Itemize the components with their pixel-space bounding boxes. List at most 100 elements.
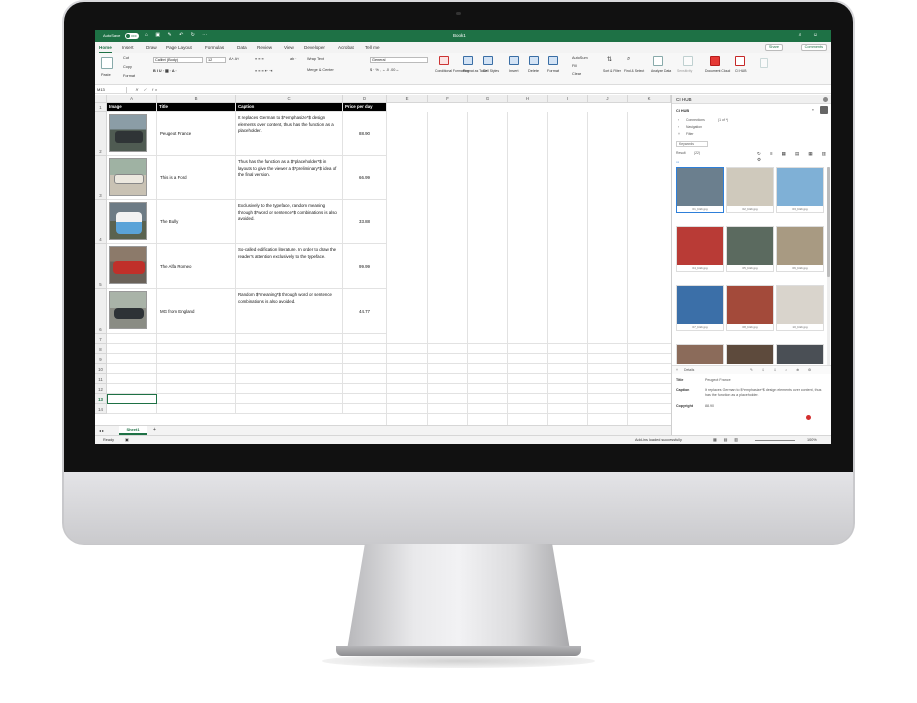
cell-styles-icon[interactable] [483,56,493,65]
image-tile[interactable]: 05_b&b.jpg [726,226,774,272]
image-tile[interactable] [776,344,824,364]
tab-page-layout[interactable]: Page Layout [166,45,192,50]
car-thumbnail[interactable] [109,291,147,329]
autosave-toggle[interactable]: OFF [125,33,139,39]
grow-font-icon[interactable]: A˄ A˅ [229,57,239,61]
row-header[interactable]: 10 [95,364,107,374]
row-header[interactable]: 1 [95,103,107,112]
merge-center-button[interactable]: Merge & Center [307,68,334,72]
navigation-label[interactable]: Navigation [686,125,702,129]
image-cell[interactable] [107,112,157,156]
car-thumbnail[interactable] [109,202,147,240]
sensitivity-icon[interactable] [683,56,693,66]
view-options-icons[interactable]: ↻ ≡ ▦ ▤ ▦ ▥ ⚙ [757,151,831,163]
connections-label[interactable]: Connections [686,118,705,122]
image-tile[interactable]: 03_b&b.jpg [776,167,824,213]
chevron-down-icon[interactable]: ˅ [678,132,680,136]
image-cell[interactable] [107,289,157,334]
image-tile[interactable]: 08_b&b.jpg [726,285,774,331]
image-cell[interactable] [107,156,157,200]
font-name-select[interactable]: Calibri (Body) [153,57,203,63]
align-top-icon[interactable]: ≡ ≡ ≡ [255,57,264,61]
details-header[interactable]: ˅ Details ✎ ⇩ ⇩ ⌕ ⊕ ⚙ [672,365,831,374]
title-cell[interactable]: The Bully [157,200,236,244]
find-select-icon[interactable]: ⌕ [627,56,630,63]
tab-home[interactable]: Home [99,45,112,53]
chevron-right-icon[interactable]: › [678,118,679,122]
price-cell[interactable]: 33.88 [343,200,387,244]
column-header-f[interactable]: F [428,95,468,103]
image-cell[interactable] [107,244,157,289]
row-header[interactable]: 11 [95,374,107,384]
image-tile[interactable]: 06_b&b.jpg [776,226,824,272]
share-button[interactable]: Share [764,44,783,51]
row-header[interactable]: 4 [95,200,107,244]
quick-access-icons[interactable]: ⌂ ▣ ✎ ↶ ↻ ⋯ [145,32,210,38]
comments-button[interactable]: Comments [800,44,827,51]
column-header-i[interactable]: I [548,95,588,103]
delete-cells-icon[interactable] [529,56,539,65]
sheet-nav-arrows[interactable]: ◂ ▸ [99,428,104,433]
tab-view[interactable]: View [284,45,294,50]
price-cell[interactable]: 99.99 [343,244,387,289]
caption-cell[interactable]: So-called edification literature. In ord… [236,244,343,289]
car-thumbnail[interactable] [109,158,147,196]
caption-cell[interactable]: It replaces German to $*emphasize*$ desi… [236,112,343,156]
column-header-a[interactable]: A [107,95,157,103]
image-tile[interactable]: 04_b&b.jpg [676,226,724,272]
row-header[interactable]: 6 [95,289,107,334]
column-header-e[interactable]: E [387,95,428,103]
clear-button[interactable]: Clear [572,72,581,76]
column-header-k[interactable]: K [628,95,671,103]
tab-developer[interactable]: Developer [304,45,325,50]
caption-cell[interactable]: Random $*meaning*$ through word or sente… [236,289,343,334]
format-cells-icon[interactable] [548,56,558,65]
document-icon[interactable] [760,58,768,68]
row-header[interactable]: 14 [95,404,107,414]
row-header[interactable]: 8 [95,344,107,354]
header-cell-price[interactable]: Price per day [343,103,387,112]
image-tile[interactable] [676,344,724,364]
sheet-tab[interactable]: Sheet1 [119,426,147,435]
sort-filter-icon[interactable]: ⇅ [607,56,612,63]
title-cell[interactable]: Peugeot France [157,112,236,156]
title-cell[interactable]: MG from England [157,289,236,334]
wrap-text-button[interactable]: Wrap Text [307,57,324,61]
folder-icon[interactable]: ▭ [676,160,679,164]
price-cell[interactable]: 88.90 [343,112,387,156]
orientation-icon[interactable]: ab · [290,57,297,61]
tab-formulas[interactable]: Formulas [205,45,224,50]
header-cell-image[interactable]: Image [107,103,157,112]
notification-badge[interactable] [806,415,811,420]
row-header[interactable]: 12 [95,384,107,394]
title-cell[interactable]: This is a Ford [157,156,236,200]
document-cloud-icon[interactable] [710,56,720,66]
format-painter-button[interactable]: Format [123,74,135,78]
tab-draw[interactable]: Draw [146,45,157,50]
search-icon[interactable]: ⌕ ☺ [799,32,823,38]
column-header-c[interactable]: C [236,95,343,103]
image-cell[interactable] [107,200,157,244]
scrollbar-thumb[interactable] [827,167,830,277]
select-all-corner[interactable] [95,95,107,103]
row-header[interactable]: 2 [95,112,107,156]
price-cell[interactable]: 44.77 [343,289,387,334]
chevron-down-icon[interactable]: ˅ [676,368,678,372]
row-header[interactable]: 13 [95,394,107,404]
image-tile[interactable]: 02_b&b.jpg [726,167,774,213]
keywords-select[interactable]: Keywords [676,141,708,147]
spreadsheet-grid[interactable]: A B C D E F G H I J K 1 2 3 4 5 6 7 8 9 … [95,95,671,425]
name-box[interactable]: M13 [97,87,127,93]
title-cell[interactable]: The Alfa Romeo [157,244,236,289]
row-header[interactable]: 9 [95,354,107,364]
format-as-table-icon[interactable] [463,56,473,65]
price-cell[interactable]: 66.99 [343,156,387,200]
formula-fx-label[interactable]: ✕ ✓ fx [135,87,159,92]
add-sheet-button[interactable]: + [153,427,156,433]
currency-icon[interactable]: $ · % , ←.0 .00→ [370,68,399,72]
image-tile[interactable]: 10_b&b.jpg [776,285,824,331]
caption-cell[interactable]: Exclusively to the typeface, random mean… [236,200,343,244]
copy-button[interactable]: Copy [123,65,132,69]
column-header-b[interactable]: B [157,95,236,103]
row-header[interactable]: 3 [95,156,107,200]
